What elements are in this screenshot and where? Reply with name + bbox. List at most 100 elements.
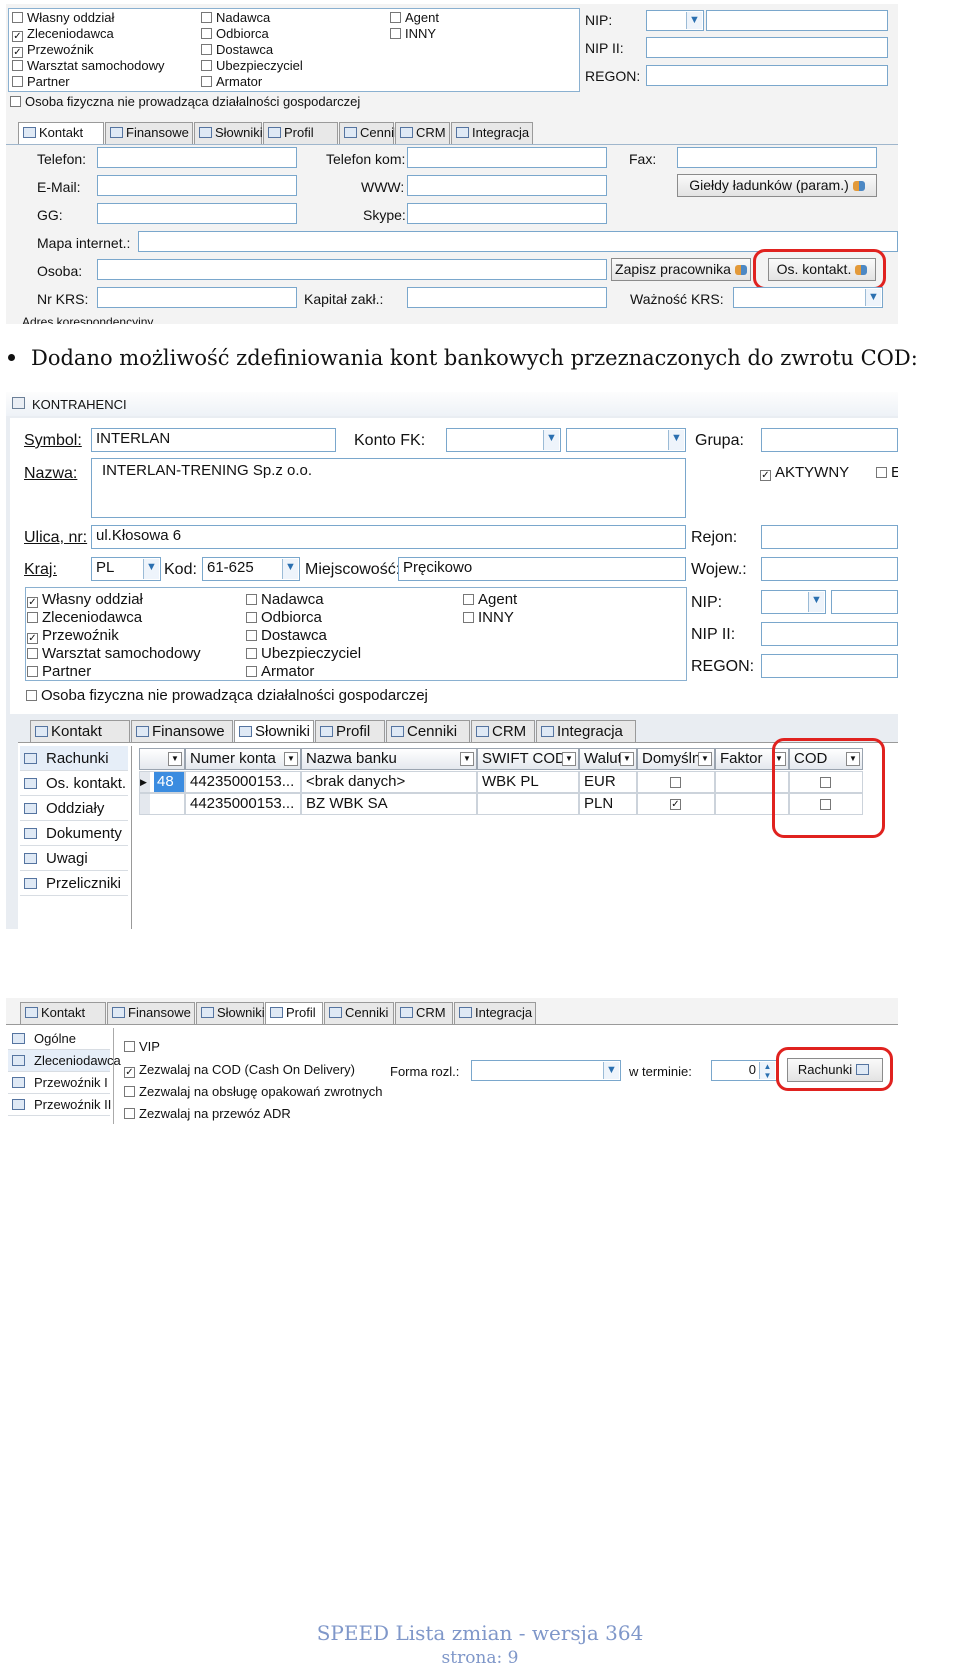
grid-cell[interactable]: 44235000153... bbox=[185, 771, 301, 793]
grid-cell[interactable]: WBK PL bbox=[477, 771, 579, 793]
type-checkbox[interactable]: Dostawca bbox=[246, 627, 327, 644]
checkbox-box[interactable] bbox=[390, 28, 401, 39]
checkbox-box[interactable] bbox=[463, 612, 474, 623]
zapisz-pracownika-button[interactable]: Zapisz pracownika bbox=[611, 258, 751, 281]
checkbox-box[interactable]: ✓ bbox=[12, 31, 23, 42]
checkbox-box[interactable] bbox=[201, 28, 212, 39]
checkbox-box[interactable] bbox=[27, 666, 38, 677]
checkbox-box[interactable] bbox=[246, 630, 257, 641]
grid-header-2[interactable]: Nazwa banku ▼ bbox=[301, 748, 477, 770]
checkbox-box[interactable] bbox=[12, 60, 23, 71]
tab-kontakt[interactable]: Kontakt bbox=[30, 720, 130, 742]
type-checkbox[interactable]: Warsztat samochodowy bbox=[12, 58, 165, 73]
checkbox-box[interactable] bbox=[246, 666, 257, 677]
checkbox-box[interactable] bbox=[246, 612, 257, 623]
tab-cenniki[interactable]: Cenniki bbox=[339, 122, 403, 144]
type-checkbox[interactable]: Armator bbox=[246, 663, 314, 680]
tab-kontakt[interactable]: Kontakt bbox=[20, 1002, 106, 1024]
side-item-2[interactable]: Oddziały bbox=[20, 796, 128, 821]
tab-sowniki[interactable]: Słowniki bbox=[194, 122, 263, 144]
grid-cell[interactable]: ✓ bbox=[637, 793, 715, 815]
kapital-input[interactable] bbox=[407, 287, 607, 308]
checkbox-box[interactable] bbox=[201, 12, 212, 23]
checkbox-box[interactable] bbox=[12, 12, 23, 23]
tab-cenniki[interactable]: Cenniki bbox=[386, 720, 470, 742]
waznosc-krs-select[interactable]: ▼ bbox=[733, 287, 883, 308]
grid-cell[interactable]: 44235000153... bbox=[185, 793, 301, 815]
miejscowosc-input[interactable]: Pręcikowo bbox=[398, 557, 686, 581]
filter-dropdown-icon[interactable]: ▼ bbox=[460, 752, 474, 766]
checkbox-box[interactable] bbox=[27, 648, 38, 659]
nip-input[interactable] bbox=[706, 10, 888, 31]
type-checkbox[interactable]: Zleceniodawca bbox=[27, 609, 142, 626]
nip-prefix-select[interactable]: ▼ bbox=[761, 590, 826, 614]
osoba-input[interactable] bbox=[97, 259, 607, 280]
vip-checkbox[interactable]: VIP bbox=[124, 1039, 160, 1054]
tab-integracja[interactable]: Integracja bbox=[451, 122, 533, 144]
grid-header-5[interactable]: Domyśln ▼ bbox=[637, 748, 715, 770]
tab-kontakt[interactable]: Kontakt bbox=[18, 122, 104, 144]
type-checkbox[interactable]: Dostawca bbox=[201, 42, 273, 57]
forma-rozl-select[interactable]: ▼ bbox=[471, 1060, 621, 1081]
side-item-5[interactable]: Przeliczniki bbox=[20, 871, 128, 896]
type-checkbox[interactable]: INNY bbox=[463, 609, 514, 626]
filter-dropdown-icon[interactable]: ▼ bbox=[620, 752, 634, 766]
type-checkbox[interactable]: Własny oddział bbox=[12, 10, 114, 25]
tab-finansowe[interactable]: Finansowe bbox=[131, 720, 233, 742]
konto-fk-select[interactable]: ▼ bbox=[446, 428, 561, 452]
grid-cell[interactable] bbox=[477, 793, 579, 815]
filter-dropdown-icon[interactable]: ▼ bbox=[562, 752, 576, 766]
tab-sowniki[interactable]: Słowniki bbox=[234, 720, 314, 742]
grid-cell[interactable]: EUR bbox=[579, 771, 637, 793]
domyslny-checkbox[interactable]: ✓ bbox=[670, 799, 681, 810]
grid-cell[interactable]: PLN bbox=[579, 793, 637, 815]
grid-header-1[interactable]: Numer konta ▼ bbox=[185, 748, 301, 770]
ulica-input[interactable]: ul.Kłosowa 6 bbox=[91, 525, 686, 549]
type-checkbox[interactable]: Agent bbox=[463, 591, 517, 608]
osoba-fizyczna-checkbox[interactable]: Osoba fizyczna nie prowadząca działalnoś… bbox=[26, 687, 428, 704]
nr-krs-input[interactable] bbox=[97, 287, 297, 308]
side-item-1[interactable]: Zleceniodawca bbox=[8, 1050, 121, 1072]
wojew-input[interactable] bbox=[761, 557, 898, 581]
type-checkbox[interactable]: Nadawca bbox=[246, 591, 324, 608]
type-checkbox[interactable]: Nadawca bbox=[201, 10, 270, 25]
tab-cenniki[interactable]: Cenniki bbox=[324, 1002, 394, 1024]
osoba-fizyczna-checkbox[interactable]: Osoba fizyczna nie prowadząca działalnoś… bbox=[10, 94, 360, 109]
grid-cell[interactable]: ▶ 48 bbox=[139, 771, 185, 793]
checkbox-box[interactable] bbox=[201, 76, 212, 87]
type-checkbox[interactable]: Armator bbox=[201, 74, 262, 89]
checkbox-box[interactable] bbox=[246, 648, 257, 659]
rejon-input[interactable] bbox=[761, 525, 898, 549]
side-item-0[interactable]: Ogólne bbox=[8, 1028, 110, 1050]
grid-cell[interactable] bbox=[139, 793, 185, 815]
checkbox-box[interactable] bbox=[390, 12, 401, 23]
telefon-kom-input[interactable] bbox=[407, 147, 607, 168]
side-item-2[interactable]: Przewoźnik I bbox=[8, 1072, 110, 1094]
checkbox-box[interactable]: ✓ bbox=[12, 47, 23, 58]
adr-checkbox[interactable]: Zezwalaj na przewóz ADR bbox=[124, 1106, 291, 1121]
tab-profil[interactable]: Profil bbox=[265, 1002, 323, 1024]
symbol-input[interactable]: INTERLAN bbox=[91, 428, 336, 452]
tab-integracja[interactable]: Integracja bbox=[454, 1002, 536, 1024]
tab-integracja[interactable]: Integracja bbox=[536, 720, 636, 742]
fax-input[interactable] bbox=[677, 147, 877, 168]
tab-sowniki[interactable]: Słowniki bbox=[196, 1002, 265, 1024]
type-checkbox[interactable]: Ubezpieczyciel bbox=[201, 58, 303, 73]
type-checkbox[interactable]: ✓ Zleceniodawca bbox=[12, 26, 114, 42]
type-checkbox[interactable]: Warsztat samochodowy bbox=[27, 645, 201, 662]
type-checkbox[interactable]: INNY bbox=[390, 26, 436, 41]
cod-checkbox[interactable]: ✓ Zezwalaj na COD (Cash On Delivery) bbox=[124, 1062, 355, 1078]
grupa-input[interactable] bbox=[761, 428, 898, 452]
checkbox-box[interactable]: ✓ bbox=[27, 597, 38, 608]
grid-header-3[interactable]: SWIFT COD ▼ bbox=[477, 748, 579, 770]
regon-input[interactable] bbox=[646, 65, 888, 86]
www-input[interactable] bbox=[407, 175, 607, 196]
skype-input[interactable] bbox=[407, 203, 607, 224]
checkbox-box[interactable]: ✓ bbox=[27, 633, 38, 644]
nazwa-textarea[interactable]: INTERLAN-TRENING Sp.z o.o. bbox=[91, 458, 686, 518]
nip2-input[interactable] bbox=[761, 622, 898, 646]
checkbox-box[interactable] bbox=[12, 76, 23, 87]
filter-dropdown-icon[interactable]: ▼ bbox=[284, 752, 298, 766]
nip2-input[interactable] bbox=[646, 37, 888, 58]
filter-dropdown-icon[interactable]: ▼ bbox=[698, 752, 712, 766]
